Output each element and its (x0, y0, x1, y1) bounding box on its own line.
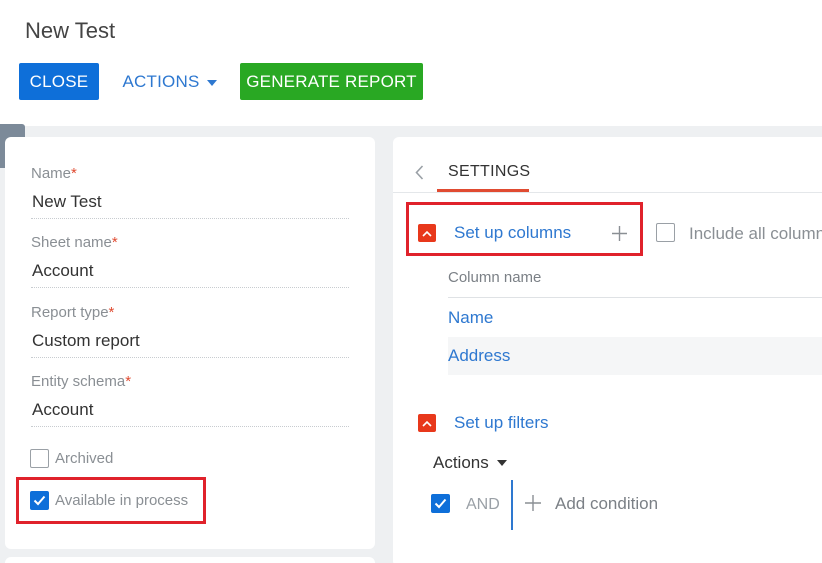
table-row[interactable]: Name (448, 299, 822, 337)
close-button[interactable]: CLOSE (19, 63, 99, 100)
column-name-cell[interactable]: Name (448, 308, 493, 328)
archived-row[interactable]: Archived (30, 449, 113, 468)
settings-panel: SETTINGS Set up columns Include all colu… (393, 137, 822, 563)
actions-menu-label: ACTIONS (122, 71, 200, 91)
filter-actions-menu[interactable]: Actions (433, 453, 507, 473)
collapse-filters-button[interactable] (418, 414, 436, 432)
sheet-name-input[interactable]: Account (31, 261, 349, 288)
tab-back-button[interactable] (415, 165, 424, 185)
filter-actions-label: Actions (433, 453, 489, 472)
report-type-field[interactable]: Report type* Custom report (31, 304, 349, 358)
report-type-label: Report type* (31, 304, 349, 321)
filter-group-bar (511, 480, 513, 530)
include-all-columns-label: Include all columns (689, 224, 822, 243)
top-bar: New Test CLOSE ACTIONS GENERATE REPORT (0, 0, 822, 126)
entity-schema-field[interactable]: Entity schema* Account (31, 373, 349, 427)
report-type-select[interactable]: Custom report (31, 331, 349, 358)
highlight-box (406, 202, 643, 256)
plus-icon (525, 495, 541, 511)
archived-label: Archived (55, 450, 114, 467)
sheet-name-label-text: Sheet name (31, 234, 112, 251)
chevron-up-icon (422, 420, 432, 427)
checkmark-icon (434, 498, 447, 509)
chevron-down-icon (207, 79, 218, 86)
and-operator-label[interactable]: AND (466, 496, 500, 514)
name-input[interactable]: New Test (31, 192, 349, 219)
highlight-box (16, 477, 206, 524)
entity-schema-label: Entity schema* (31, 373, 349, 390)
add-condition-plus[interactable] (524, 494, 542, 517)
name-field[interactable]: Name* New Test (31, 165, 349, 219)
column-name-cell[interactable]: Address (448, 346, 510, 366)
add-condition-button[interactable]: Add condition (555, 494, 658, 514)
generate-report-button[interactable]: GENERATE REPORT (240, 63, 423, 100)
name-label-text: Name (31, 165, 72, 182)
page-title: New Test (25, 18, 116, 43)
next-panel-edge (5, 557, 375, 563)
entity-schema-label-text: Entity schema (31, 373, 126, 390)
tab-settings[interactable]: SETTINGS (448, 163, 530, 181)
required-mark: * (108, 304, 115, 321)
column-header-divider (448, 297, 822, 298)
chevron-left-icon (415, 165, 424, 180)
column-name-header: Column name (448, 269, 542, 286)
chevron-down-icon (496, 460, 507, 466)
actions-menu-button[interactable]: ACTIONS (114, 63, 226, 100)
tab-divider (393, 192, 822, 193)
sheet-name-label: Sheet name* (31, 234, 349, 251)
entity-schema-lookup[interactable]: Account (31, 400, 349, 427)
sheet-name-field[interactable]: Sheet name* Account (31, 234, 349, 288)
include-all-columns-checkbox[interactable] (656, 223, 675, 242)
and-group-checkbox[interactable] (431, 494, 450, 513)
required-mark: * (71, 165, 77, 182)
archived-checkbox[interactable] (30, 449, 49, 468)
required-mark: * (125, 373, 132, 390)
set-up-filters-title[interactable]: Set up filters (454, 413, 549, 433)
report-type-label-text: Report type (31, 304, 109, 321)
table-row[interactable]: Address (448, 337, 822, 375)
name-label: Name* (31, 165, 349, 182)
required-mark: * (111, 234, 118, 251)
